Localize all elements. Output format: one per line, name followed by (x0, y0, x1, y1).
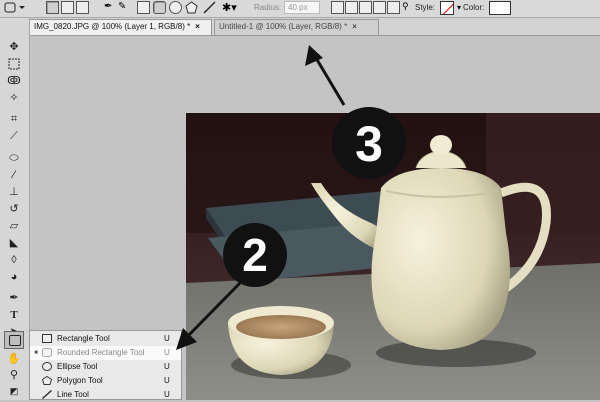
default-colors-icon[interactable]: ◩ (7, 384, 21, 398)
eyedropper-tool-icon[interactable]: ⟋ (7, 129, 21, 143)
callout-badge-3: 3 (332, 107, 406, 179)
shortcut-key: U (164, 362, 170, 371)
ellipse-icon (42, 362, 52, 371)
move-tool-icon[interactable]: ✥ (7, 40, 21, 54)
style-swatch[interactable] (440, 1, 454, 15)
flyout-item-rectangle-tool[interactable]: Rectangle Tool U (30, 332, 181, 346)
pen-icon[interactable]: ✒ (104, 1, 117, 14)
paint-bucket-tool-icon[interactable]: ◣ (7, 236, 21, 250)
pen-tool-icon[interactable]: ✒ (7, 291, 21, 305)
marquee-tool-icon[interactable] (7, 57, 21, 71)
link-icon[interactable]: ⚲ (402, 1, 415, 14)
freeform-pen-icon[interactable]: ✎ (118, 1, 131, 14)
tool-preset-picker[interactable] (3, 1, 27, 14)
rounded-rectangle-icon (42, 348, 52, 357)
shape-layers-button[interactable] (46, 1, 59, 14)
intersect-shape-button[interactable] (373, 1, 386, 14)
rounded-rectangle-shape-button[interactable] (153, 1, 166, 14)
flyout-item-label: Polygon Tool (57, 376, 103, 385)
zoom-tool-icon[interactable]: ⚲ (7, 368, 21, 382)
polygon-icon (42, 376, 52, 385)
flyout-item-rounded-rectangle-tool[interactable]: ■ Rounded Rectangle Tool U (30, 346, 181, 360)
subtract-shape-button[interactable] (359, 1, 372, 14)
polygon-icon[interactable] (185, 1, 198, 14)
radius-input[interactable]: 40 px (284, 1, 320, 14)
options-bar: ✒ ✎ ✱▾ Radius: 40 px ⚲ Style: ▾ Color: (0, 0, 600, 18)
tab-label: IMG_0820.JPG @ 100% (Layer 1, RGB/8) * (34, 22, 191, 31)
line-icon[interactable] (203, 1, 216, 14)
flyout-item-ellipse-tool[interactable]: Ellipse Tool U (30, 360, 181, 374)
style-label: Style: (415, 3, 436, 12)
radius-label: Radius: (254, 3, 282, 12)
ellipse-shape-button[interactable] (169, 1, 182, 14)
line-icon (42, 390, 52, 399)
new-shape-layer-button[interactable] (331, 1, 344, 14)
eraser-tool-icon[interactable]: ▱ (7, 219, 21, 233)
document-tabs: IMG_0820.JPG @ 100% (Layer 1, RGB/8) * × … (29, 18, 600, 36)
shortcut-key: U (164, 376, 170, 385)
paths-button[interactable] (61, 1, 74, 14)
rounded-rectangle-icon (4, 2, 25, 13)
callout-number-3: 3 (355, 116, 383, 172)
shortcut-key: U (164, 334, 170, 343)
rectangle-shape-button[interactable] (137, 1, 150, 14)
callout-badge-2: 2 (223, 223, 287, 287)
tab-label: Untitled-1 @ 100% (Layer, RGB/8) * (219, 22, 348, 31)
flyout-item-label: Rectangle Tool (57, 334, 110, 343)
add-to-shape-button[interactable] (345, 1, 358, 14)
flyout-item-label: Ellipse Tool (57, 362, 98, 371)
shape-tool-flyout: Rectangle Tool U ■ Rounded Rectangle Too… (29, 330, 182, 400)
healing-brush-tool-icon[interactable]: ⬭ (7, 151, 21, 165)
tab-img-0820[interactable]: IMG_0820.JPG @ 100% (Layer 1, RGB/8) * × (29, 19, 212, 35)
rounded-rectangle-tool-icon[interactable] (4, 331, 24, 349)
magic-wand-tool-icon[interactable]: ✧ (7, 91, 21, 105)
shortcut-key: U (164, 348, 170, 357)
tools-panel: ✥ ↂ ✧ ⌗ ⟋ ⬭ ∕ ⊥ ↺ ▱ ◣ ◊ ◕ ✒ T ➤ ✋ ⚲ ◩ (0, 18, 30, 400)
flyout-item-label: Rounded Rectangle Tool (57, 348, 145, 357)
exclude-shape-button[interactable] (387, 1, 400, 14)
dodge-tool-icon[interactable]: ◕ (7, 270, 21, 284)
custom-shape-icon[interactable]: ✱▾ (222, 1, 246, 14)
lasso-tool-icon[interactable]: ↂ (7, 74, 21, 88)
current-tool-mark: ■ (34, 350, 38, 356)
rectangle-icon (42, 334, 52, 343)
color-label: Color: (463, 3, 485, 12)
hand-tool-icon[interactable]: ✋ (7, 352, 21, 366)
fill-pixels-button[interactable] (76, 1, 89, 14)
close-icon[interactable]: × (352, 22, 357, 31)
crop-tool-icon[interactable]: ⌗ (7, 112, 21, 126)
clone-stamp-tool-icon[interactable]: ⊥ (7, 185, 21, 199)
callout-number-2: 2 (242, 229, 268, 281)
brush-tool-icon[interactable]: ∕ (7, 168, 21, 182)
color-swatch[interactable] (489, 1, 511, 15)
tab-untitled-1[interactable]: Untitled-1 @ 100% (Layer, RGB/8) * × (214, 19, 379, 35)
flyout-item-polygon-tool[interactable]: Polygon Tool U (30, 374, 181, 388)
blur-tool-icon[interactable]: ◊ (7, 253, 21, 267)
history-brush-tool-icon[interactable]: ↺ (7, 202, 21, 216)
type-tool-icon[interactable]: T (7, 308, 21, 322)
close-icon[interactable]: × (195, 22, 200, 31)
